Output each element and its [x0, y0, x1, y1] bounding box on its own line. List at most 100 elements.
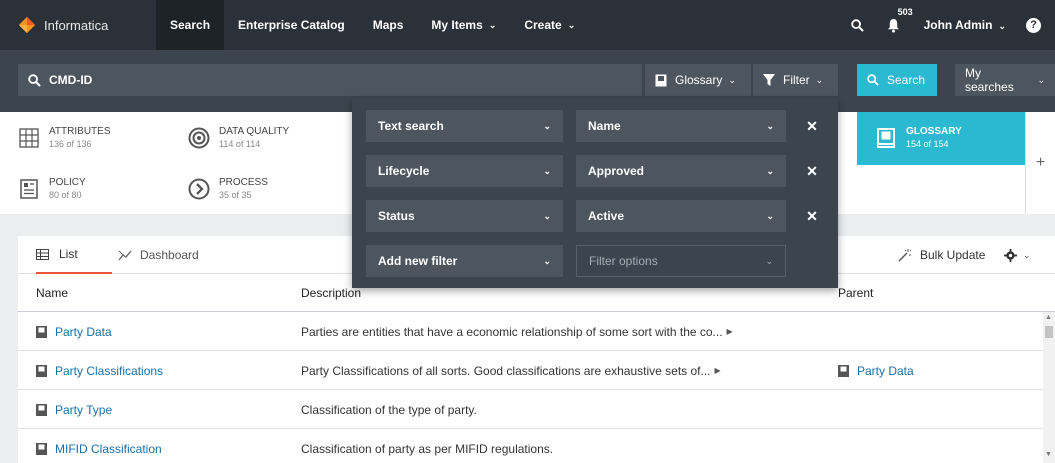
notification-count-badge: 503 — [897, 7, 913, 17]
name-cell[interactable]: Party Classifications — [36, 351, 163, 390]
glossary-scope-dropdown[interactable]: Glossary ⌄ — [645, 64, 751, 96]
informatica-logo-icon — [18, 16, 36, 34]
nav-enterprise-catalog[interactable]: Enterprise Catalog — [224, 0, 359, 50]
description-cell: Parties are entities that have a economi… — [301, 312, 733, 351]
column-header-name[interactable]: Name — [36, 274, 68, 312]
filter-value-select[interactable]: Name ⌄ — [576, 110, 786, 142]
facet-process[interactable]: PROCESS 35 of 35 — [188, 177, 268, 201]
facet-attributes[interactable]: ATTRIBUTES 136 of 136 — [18, 126, 110, 150]
bulk-update-button[interactable]: Bulk Update — [898, 236, 985, 274]
filter-field-select[interactable]: Text search ⌄ — [366, 110, 563, 142]
parent-cell[interactable]: Party Data — [838, 351, 914, 390]
name-cell[interactable]: Party Type — [36, 390, 112, 429]
name-cell[interactable]: MIFID Classification — [36, 429, 162, 463]
name-cell[interactable]: Party Data — [36, 312, 112, 351]
description-text: Parties are entities that have a economi… — [301, 324, 723, 339]
remove-filter-close-icon[interactable]: ✕ — [805, 200, 819, 232]
search-input[interactable]: CMD-ID — [18, 64, 642, 96]
facet-count: 80 of 80 — [49, 190, 82, 200]
facet-data-quality[interactable]: DATA QUALITY 114 of 114 — [188, 126, 289, 150]
filter-icon — [763, 74, 775, 86]
nav-maps-label: Maps — [372, 18, 404, 32]
table-row[interactable]: MIFID Classification Classification of p… — [18, 429, 1043, 463]
nav-create[interactable]: Create ⌄ — [510, 0, 589, 50]
term-name-link[interactable]: Party Data — [55, 325, 112, 339]
search-button[interactable]: Search — [857, 64, 937, 96]
filter-field-value: Text search — [378, 119, 444, 133]
table-scrollbar[interactable]: ▲ ▼ — [1043, 312, 1055, 463]
glossary-term-icon — [838, 364, 849, 377]
table-row[interactable]: Party Classifications Party Classificati… — [18, 351, 1043, 390]
glossary-term-icon — [36, 442, 47, 455]
user-menu[interactable]: John Admin ⌄ — [912, 18, 1020, 32]
list-icon — [36, 248, 49, 260]
filter-field-select[interactable]: Status ⌄ — [366, 200, 563, 232]
table-row[interactable]: Party Data Parties are entities that hav… — [18, 312, 1043, 351]
my-searches-dropdown[interactable]: My searches ⌄ — [955, 64, 1055, 96]
add-new-filter-label: Add new filter — [378, 254, 458, 268]
notifications-button[interactable]: 503 — [876, 0, 913, 50]
description-text: Classification of party as per MIFID reg… — [301, 441, 554, 456]
target-icon — [188, 127, 210, 149]
table-row[interactable]: Party Type Classification of the type of… — [18, 390, 1043, 429]
chevron-down-icon: ⌄ — [766, 210, 774, 221]
chevron-down-icon: ⌄ — [765, 255, 773, 266]
user-name: John Admin — [923, 18, 993, 32]
filter-dropdown[interactable]: Filter ⌄ — [753, 64, 838, 96]
my-searches-label: My searches — [965, 66, 1014, 94]
nav-create-label: Create — [524, 18, 562, 32]
facet-title: GLOSSARY — [906, 126, 962, 137]
nav-search[interactable]: Search — [156, 0, 225, 50]
facet-count: 35 of 35 — [219, 190, 252, 200]
settings-menu-button[interactable]: ⌄ — [1004, 236, 1031, 274]
brand-logo[interactable]: Informatica — [0, 0, 156, 50]
chevron-down-icon: ⌄ — [543, 165, 551, 176]
add-facet-button[interactable]: + — [1025, 112, 1055, 214]
add-new-filter-select[interactable]: Add new filter ⌄ — [366, 245, 563, 277]
scroll-down-arrow-icon[interactable]: ▼ — [1045, 451, 1052, 458]
term-name-link[interactable]: Party Classifications — [55, 364, 163, 378]
description-cell: Party Classifications of all sorts. Good… — [301, 351, 721, 390]
facet-policy[interactable]: POLICY 80 of 80 — [18, 177, 86, 201]
filter-value-select[interactable]: Approved ⌄ — [576, 155, 786, 187]
help-button[interactable]: ? — [1026, 17, 1041, 33]
chevron-down-icon: ⌄ — [815, 74, 824, 85]
expand-arrow-icon[interactable]: ▶ — [727, 327, 733, 336]
scroll-thumb[interactable] — [1045, 326, 1053, 338]
process-icon — [188, 178, 210, 200]
nav-my-items[interactable]: My Items ⌄ — [417, 0, 510, 50]
magic-wand-icon — [898, 248, 911, 261]
tab-dashboard[interactable]: Dashboard — [118, 236, 199, 274]
facet-count: 136 of 136 — [49, 139, 92, 149]
chevron-down-icon: ⌄ — [543, 255, 551, 266]
facet-glossary[interactable]: GLOSSARY 154 of 154 — [857, 112, 1025, 165]
search-button-label: Search — [887, 73, 926, 87]
remove-filter-close-icon[interactable]: ✕ — [805, 155, 819, 187]
facet-count: 114 of 114 — [219, 139, 261, 149]
chevron-down-icon: ⌄ — [766, 120, 774, 131]
glossary-scope-label: Glossary — [675, 73, 723, 87]
term-name-link[interactable]: Party Type — [55, 403, 112, 417]
filter-value-select[interactable]: Active ⌄ — [576, 200, 786, 232]
chevron-down-icon: ⌄ — [1037, 74, 1045, 85]
filter-field-select[interactable]: Lifecycle ⌄ — [366, 155, 563, 187]
nav-right-group: 503 John Admin ⌄ ? — [840, 0, 1055, 50]
global-search-button[interactable] — [840, 0, 876, 50]
scroll-up-arrow-icon[interactable]: ▲ — [1045, 314, 1052, 321]
parent-link[interactable]: Party Data — [857, 364, 914, 378]
nav-search-label: Search — [170, 18, 211, 32]
expand-arrow-icon[interactable]: ▶ — [715, 366, 721, 375]
filter-options-select[interactable]: Filter options ⌄ — [576, 245, 786, 277]
term-name-link[interactable]: MIFID Classification — [55, 442, 162, 456]
nav-maps[interactable]: Maps — [359, 0, 418, 50]
brand-name: Informatica — [44, 17, 109, 33]
book-icon — [655, 74, 667, 86]
policy-icon — [18, 178, 40, 200]
top-navigation-bar: Informatica Search Enterprise Catalog Ma… — [0, 0, 1055, 50]
remove-filter-close-icon[interactable]: ✕ — [805, 110, 819, 142]
chevron-down-icon: ⌄ — [488, 19, 497, 30]
facet-count: 154 of 154 — [906, 139, 949, 149]
column-header-parent[interactable]: Parent — [838, 274, 873, 312]
nav-enterprise-catalog-label: Enterprise Catalog — [238, 18, 345, 32]
tab-list[interactable]: List — [36, 236, 112, 274]
